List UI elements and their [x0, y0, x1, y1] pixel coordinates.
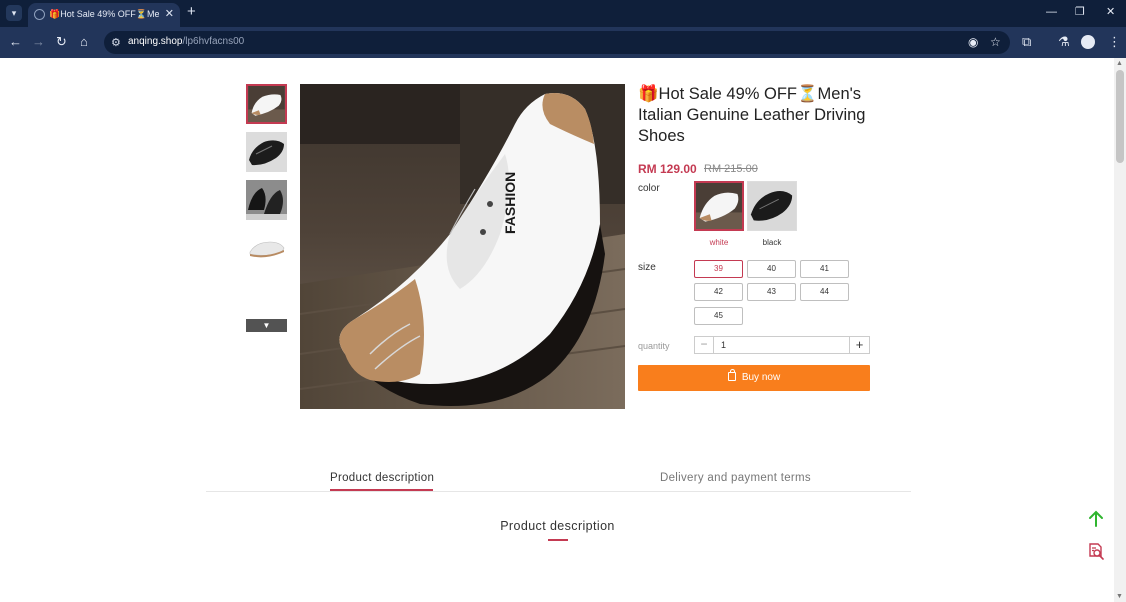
arrow-up-icon[interactable]	[1087, 510, 1105, 528]
quantity-decrease-button[interactable]: −	[694, 336, 714, 354]
price-current: RM 129.00	[638, 162, 697, 176]
buy-now-label: Buy now	[741, 372, 781, 383]
buy-now-button[interactable]: Buy now	[638, 365, 870, 391]
size-option-45[interactable]: 45	[694, 307, 743, 325]
search-document-icon[interactable]	[1087, 542, 1105, 560]
profile-avatar-icon[interactable]	[1081, 35, 1095, 49]
bookmark-star-icon[interactable]: ☆	[990, 35, 1001, 49]
size-label: size	[638, 262, 656, 273]
tabs-divider	[206, 491, 911, 492]
forward-arrow-icon[interactable]: →	[32, 34, 45, 50]
reload-icon[interactable]: ↻	[56, 34, 67, 50]
white-side-thumbnail-image	[246, 228, 287, 268]
svg-text:FASHION: FASHION	[502, 172, 518, 234]
scroll-up-arrow-icon[interactable]: ▲	[1116, 60, 1123, 67]
white-color-swatch-image	[696, 183, 742, 229]
price-original: RM 215.00	[704, 163, 758, 175]
eye-slash-icon[interactable]: ◉	[968, 35, 978, 49]
size-option-41[interactable]: 41	[800, 260, 849, 278]
product-title: 🎁Hot Sale 49% OFF⏳Men's Italian Genuine …	[638, 85, 866, 145]
size-option-42[interactable]: 42	[694, 283, 743, 301]
tab-favicon-icon	[34, 9, 45, 20]
browser-tab-bar: ▾ 🎁Hot Sale 49% OFF⏳Men's I ✕ + — ❐ ✕	[0, 0, 1126, 27]
address-bar[interactable]: ⚙ anqing.shop/lp6hvfacns00 ◉ ☆	[104, 31, 1010, 54]
browser-tab-active[interactable]: 🎁Hot Sale 49% OFF⏳Men's I ✕	[28, 3, 180, 27]
tab-search-chevron-icon[interactable]: ▾	[6, 5, 22, 21]
black-pair-thumbnail-image	[246, 180, 287, 220]
thumbnail-black-pair[interactable]	[246, 180, 287, 220]
restore-window-icon[interactable]: ❐	[1075, 5, 1085, 19]
size-option-44[interactable]: 44	[800, 283, 849, 301]
size-option-40[interactable]: 40	[747, 260, 796, 278]
close-tab-icon[interactable]: ✕	[165, 7, 174, 20]
site-info-icon[interactable]: ⚙	[111, 36, 121, 49]
quantity-input[interactable]: 1	[714, 336, 849, 354]
thumbnail-white-shoe[interactable]	[246, 84, 287, 124]
url-host: anqing.shop	[128, 36, 183, 47]
black-color-swatch-image	[748, 182, 796, 230]
tab-product-description[interactable]: Product description	[330, 472, 434, 484]
search-document-glyph	[1089, 543, 1104, 560]
size-option-43[interactable]: 43	[747, 283, 796, 301]
shopping-bag-icon	[727, 369, 736, 381]
color-option-black[interactable]	[747, 181, 797, 231]
close-window-icon[interactable]: ✕	[1106, 5, 1115, 19]
white-leather-shoe-photo: FASHION	[300, 84, 625, 409]
home-icon[interactable]: ⌂	[80, 34, 88, 50]
back-arrow-icon[interactable]: ←	[9, 34, 22, 50]
scroll-to-top-arrow	[1089, 510, 1103, 527]
white-shoe-thumbnail-image	[248, 86, 285, 122]
url-path: /lp6hvfacns00	[182, 36, 245, 47]
labs-flask-icon[interactable]: ⚗	[1058, 34, 1070, 50]
color-label: color	[638, 183, 660, 194]
thumbnail-white-side[interactable]	[246, 228, 287, 268]
quantity-increase-button[interactable]: +	[849, 336, 870, 354]
size-option-39[interactable]: 39	[694, 260, 743, 278]
quantity-label: quantity	[638, 341, 670, 351]
color-name-white: white	[709, 238, 729, 247]
url-text: anqing.shop/lp6hvfacns00	[128, 36, 244, 47]
minimize-window-icon[interactable]: —	[1046, 5, 1057, 19]
thumbnail-black-shoe[interactable]	[246, 132, 287, 172]
scroll-down-arrow-icon[interactable]: ▼	[1116, 593, 1123, 600]
new-tab-plus-icon[interactable]: +	[187, 4, 196, 20]
extensions-puzzle-icon[interactable]: ⧉	[1022, 34, 1031, 50]
more-menu-icon[interactable]: ⋮	[1108, 34, 1121, 50]
page-viewport: ▼ FASHION 🎁Hot Sale 49% OFF⏳Men's Italia…	[0, 58, 1114, 602]
color-option-white[interactable]	[694, 181, 744, 231]
tab-delivery-payment[interactable]: Delivery and payment terms	[660, 472, 811, 484]
section-heading: Product description	[500, 519, 615, 533]
thumbnail-next-arrow-icon[interactable]: ▼	[246, 319, 287, 332]
browser-toolbar: ← → ↻ ⌂ ⚙ anqing.shop/lp6hvfacns00 ◉ ☆ ⧉…	[0, 27, 1126, 58]
section-heading-underline	[548, 539, 568, 541]
scrollbar-thumb[interactable]	[1116, 70, 1124, 163]
color-name-black: black	[762, 238, 782, 247]
page-scrollbar[interactable]: ▲ ▼	[1114, 58, 1126, 602]
black-shoe-thumbnail-image	[246, 132, 287, 172]
tab-title: 🎁Hot Sale 49% OFF⏳Men's I	[49, 9, 159, 19]
main-product-image[interactable]: FASHION	[300, 84, 625, 409]
